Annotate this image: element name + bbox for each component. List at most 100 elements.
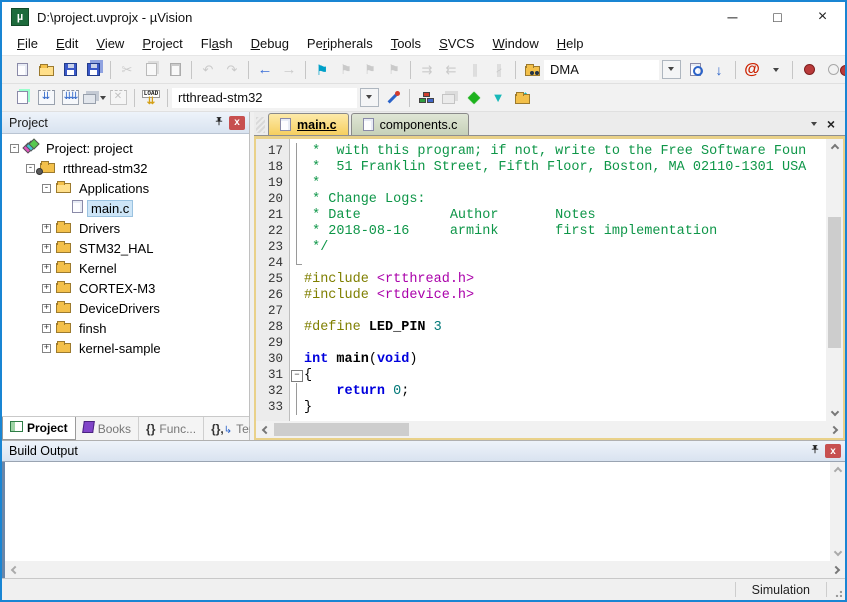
code-line[interactable]: 30int main(void) (256, 351, 826, 367)
resize-grip[interactable] (827, 579, 845, 600)
expand-icon[interactable]: + (42, 264, 51, 273)
editor-hscroll-track[interactable] (272, 421, 827, 438)
navigate-back-button[interactable]: ← (253, 58, 277, 82)
line-number[interactable]: 29 (256, 336, 290, 350)
line-number[interactable]: 27 (256, 304, 290, 318)
tree-item-cortex-m3[interactable]: +CORTEX-M3 (2, 278, 249, 298)
tree-item-main-c[interactable]: main.c (2, 198, 249, 218)
code-line[interactable]: 28#define LED_PIN 3 (256, 319, 826, 335)
menu-tools[interactable]: Tools (382, 33, 430, 54)
editor-vscroll-thumb[interactable] (828, 217, 841, 348)
save-all-button[interactable] (82, 58, 106, 82)
tree-item-rtthread-stm32[interactable]: -rtthread-stm32 (2, 158, 249, 178)
code-line[interactable]: 21 * Date Author Notes (256, 207, 826, 223)
expand-icon[interactable]: + (42, 244, 51, 253)
rebuild-button[interactable]: ⇊⇊ (58, 86, 82, 110)
code-line[interactable]: 23 */ (256, 239, 826, 255)
target-select-combo[interactable]: rtthread-stm32 (172, 88, 357, 108)
menu-file[interactable]: File (8, 33, 47, 54)
code-text[interactable]: } (304, 400, 312, 415)
line-number[interactable]: 18 (256, 160, 290, 174)
manage-rte-button[interactable]: ◆ (462, 86, 486, 110)
line-number[interactable]: 23 (256, 240, 290, 254)
expand-icon[interactable]: + (42, 304, 51, 313)
code-text[interactable]: int main(void) (304, 352, 417, 367)
panel-tab-project[interactable]: Project (2, 417, 76, 440)
tree-item-applications[interactable]: -Applications (2, 178, 249, 198)
menu-peripherals[interactable]: Peripherals (298, 33, 382, 54)
scroll-left-icon[interactable] (256, 421, 272, 438)
code-line[interactable]: 22 * 2018-08-16 armink first implementat… (256, 223, 826, 239)
code-line[interactable]: 25#include <rtthread.h> (256, 271, 826, 287)
editor-vscroll-track[interactable] (826, 154, 843, 406)
line-number[interactable]: 33 (256, 400, 290, 414)
code-text[interactable]: */ (304, 240, 328, 255)
build-output-vertical-scrollbar[interactable] (830, 462, 845, 561)
collapse-icon[interactable]: - (26, 164, 35, 173)
document-close-icon[interactable]: × (827, 117, 835, 131)
scroll-down-icon[interactable] (826, 406, 843, 421)
code-text[interactable]: * (304, 176, 320, 191)
build-output-horizontal-scrollbar[interactable] (5, 561, 845, 578)
scroll-down-icon[interactable] (830, 546, 845, 561)
code-text[interactable]: #include <rtthread.h> (304, 272, 474, 287)
scroll-right-icon[interactable] (827, 421, 843, 438)
code-line[interactable]: 26 #include <rtdevice.h> (256, 287, 826, 303)
editor-horizontal-scrollbar[interactable] (256, 421, 843, 438)
build-output-content[interactable] (5, 462, 830, 561)
document-list-dropdown-icon[interactable] (811, 122, 817, 129)
code-line[interactable]: 19 * (256, 175, 826, 191)
panel-tab-books[interactable]: Books (76, 417, 139, 440)
code-line[interactable]: 31{ (256, 367, 826, 383)
line-number[interactable]: 32 (256, 384, 290, 398)
search-dropdown-button[interactable] (659, 58, 683, 82)
minimize-button[interactable]: ─ (710, 2, 755, 32)
pack-installer-button[interactable]: ◆ (510, 86, 534, 110)
menu-debug[interactable]: Debug (242, 33, 298, 54)
line-number[interactable]: 19 (256, 176, 290, 190)
menu-flash[interactable]: Flash (192, 33, 242, 54)
code-line[interactable]: 29 (256, 335, 826, 351)
menu-svcs[interactable]: SVCS (430, 33, 483, 54)
expand-icon[interactable]: + (42, 224, 51, 233)
scroll-up-icon[interactable] (830, 462, 845, 477)
find-in-files-button[interactable] (520, 58, 544, 82)
editor-vertical-scrollbar[interactable] (826, 139, 843, 421)
line-number[interactable]: 22 (256, 224, 290, 238)
line-number[interactable]: 21 (256, 208, 290, 222)
find-next-button[interactable]: ↓ (707, 58, 731, 82)
collapse-icon[interactable]: - (42, 184, 51, 193)
panel-tab-func[interactable]: {}Func... (139, 417, 204, 440)
tree-item-project-project[interactable]: -Project: project (2, 138, 249, 158)
scroll-up-icon[interactable] (826, 139, 843, 154)
code-line[interactable]: 33} (256, 399, 826, 415)
line-number[interactable]: 20 (256, 192, 290, 206)
bookmark-toggle-button[interactable]: ⚑ (310, 58, 334, 82)
maximize-button[interactable]: □ (755, 2, 800, 32)
tree-item-kernel-sample[interactable]: +kernel-sample (2, 338, 249, 358)
code-text[interactable]: * Date Author Notes (304, 208, 596, 223)
code-text[interactable]: #define LED_PIN 3 (304, 320, 442, 335)
code-line[interactable]: 18 * 51 Franklin Street, Fifth Floor, Bo… (256, 159, 826, 175)
code-text[interactable]: #include <rtdevice.h> (304, 288, 474, 303)
menu-edit[interactable]: Edit (47, 33, 87, 54)
tree-item-kernel[interactable]: +Kernel (2, 258, 249, 278)
new-file-button[interactable] (10, 58, 34, 82)
line-number[interactable]: 31 (256, 368, 290, 382)
build-output-close-icon[interactable]: x (825, 444, 841, 458)
code-text[interactable]: * with this program; if not, write to th… (304, 144, 806, 159)
options-for-target-button[interactable] (381, 86, 405, 110)
editor-hscroll-thumb[interactable] (274, 423, 409, 436)
code-line[interactable]: 24 (256, 255, 826, 271)
line-number[interactable]: 26 (256, 288, 290, 302)
help-search-button[interactable]: @ (740, 58, 764, 82)
expand-icon[interactable]: + (42, 284, 51, 293)
tree-item-finsh[interactable]: +finsh (2, 318, 249, 338)
line-number[interactable]: 17 (256, 144, 290, 158)
build-button[interactable]: ⇊ (34, 86, 58, 110)
download-button[interactable]: LOAD⇊ (139, 86, 163, 110)
find-text-combo[interactable]: DMA (544, 60, 659, 80)
fold-collapse-icon[interactable] (290, 367, 304, 383)
collapse-icon[interactable]: - (10, 144, 19, 153)
translate-button[interactable] (10, 86, 34, 110)
